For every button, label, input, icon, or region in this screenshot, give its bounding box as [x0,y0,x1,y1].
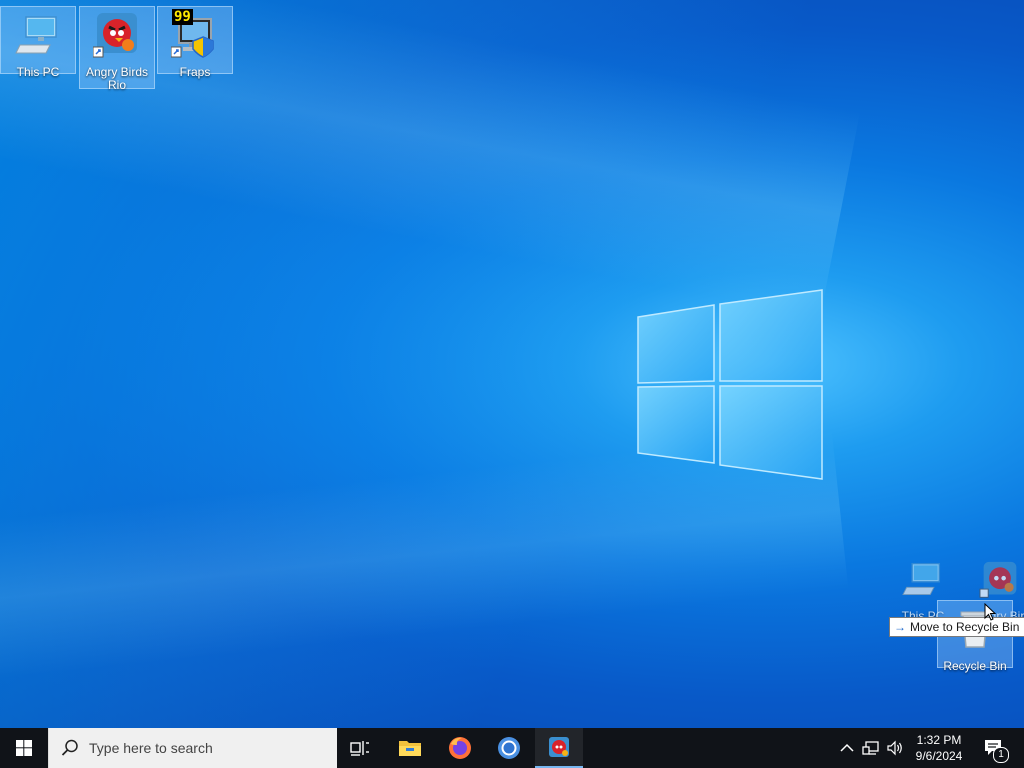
taskbar-search-box[interactable]: Type here to search [48,728,337,768]
network-icon[interactable] [862,738,880,758]
wallpaper-windows-logo [637,289,823,480]
notification-count-badge: 1 [993,747,1009,763]
task-view-icon [350,741,369,756]
firefox-icon [449,737,471,759]
drag-tooltip: → Move to Recycle Bin [889,617,1024,637]
desktop-icon-label: Recycle Bin [943,659,1007,673]
start-button[interactable] [0,728,48,768]
search-icon [61,739,78,756]
clock-date: 9/6/2024 [915,749,963,763]
taskbar-chrome-button[interactable] [485,728,533,768]
angry-birds-icon [549,737,569,757]
search-placeholder: Type here to search [89,740,213,756]
angry-birds-icon [92,13,137,58]
fraps-badge: 99 [172,9,193,25]
desktop-icon-label: Fraps [179,65,211,79]
taskbar-file-explorer-button[interactable] [386,728,434,768]
clock-time: 1:32 PM [916,733,962,747]
angry-birds-icon [979,561,1016,598]
folder-icon [399,741,421,756]
tooltip-text: Move to Recycle Bin [910,620,1020,634]
desktop[interactable]: This PC Angry Birds Rio 99 Fraps This PC… [0,0,1024,728]
computer-icon [902,562,941,595]
desktop-icon-fraps[interactable]: 99 Fraps [157,6,233,79]
move-arrow-icon: → [894,620,906,634]
desktop-icon-label: This PC [16,65,60,79]
taskbar-task-view-button[interactable] [336,728,384,768]
chrome-icon [498,737,520,759]
windows-start-icon [16,740,32,756]
taskbar-firefox-button[interactable] [436,728,484,768]
taskbar-clock[interactable]: 1:32 PM 9/6/2024 [906,732,972,764]
volume-speaker-icon[interactable] [886,738,904,758]
mouse-cursor-icon [984,603,996,621]
taskbar-angry-birds-rio-button[interactable] [535,728,583,768]
show-hidden-icons-chevron-up-icon[interactable] [838,738,856,758]
taskbar: Type here to search 1:32 PM 9/6/2024 1 [0,728,1024,768]
desktop-icon-label: Angry Birds Rio [85,65,149,92]
computer-icon [15,16,57,54]
desktop-icon-this-pc[interactable]: This PC [0,6,76,79]
desktop-icon-angry-birds-rio[interactable]: Angry Birds Rio [79,6,155,92]
action-center-button[interactable]: 1 [978,728,1018,768]
